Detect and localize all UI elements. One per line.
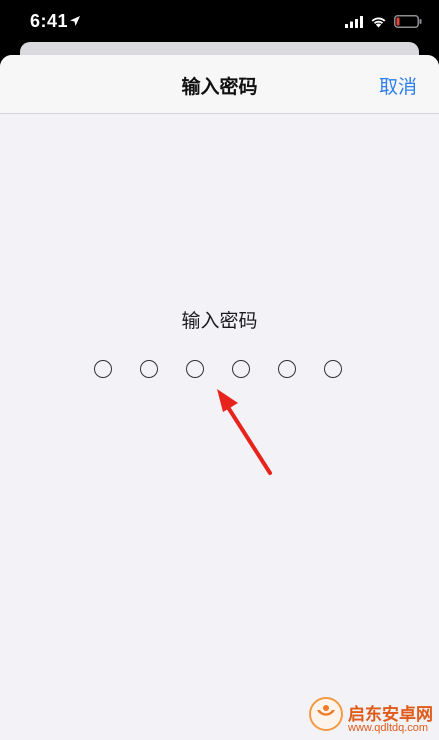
- phone-screen: 6:41 输入密码 取消 输入密码 启东安卓网 www.qdltdq.com: [0, 0, 439, 740]
- passcode-dot: [324, 360, 342, 378]
- wifi-icon: [371, 17, 386, 28]
- watermark-logo-icon: [309, 697, 343, 731]
- passcode-dot: [140, 360, 158, 378]
- location-arrow-icon: [70, 16, 80, 26]
- status-time: 6:41: [30, 11, 69, 31]
- passcode-dots[interactable]: [94, 360, 346, 382]
- passcode-dot: [186, 360, 204, 378]
- status-bar: 6:41: [0, 0, 439, 44]
- passcode-dot: [94, 360, 112, 378]
- passcode-prompt: 输入密码: [181, 311, 258, 332]
- page-title: 输入密码: [181, 77, 258, 98]
- watermark: 启东安卓网 www.qdltdq.com: [300, 690, 439, 740]
- red-arrow-icon: [217, 389, 272, 475]
- cancel-button[interactable]: 取消: [379, 72, 417, 99]
- passcode-dot: [232, 360, 250, 378]
- navigation-bar: 输入密码 取消: [0, 55, 439, 114]
- passcode-dot: [278, 360, 296, 378]
- battery-low-icon: [394, 15, 422, 28]
- cellular-signal-icon: [345, 16, 363, 28]
- watermark-url: www.qdltdq.com: [348, 722, 429, 734]
